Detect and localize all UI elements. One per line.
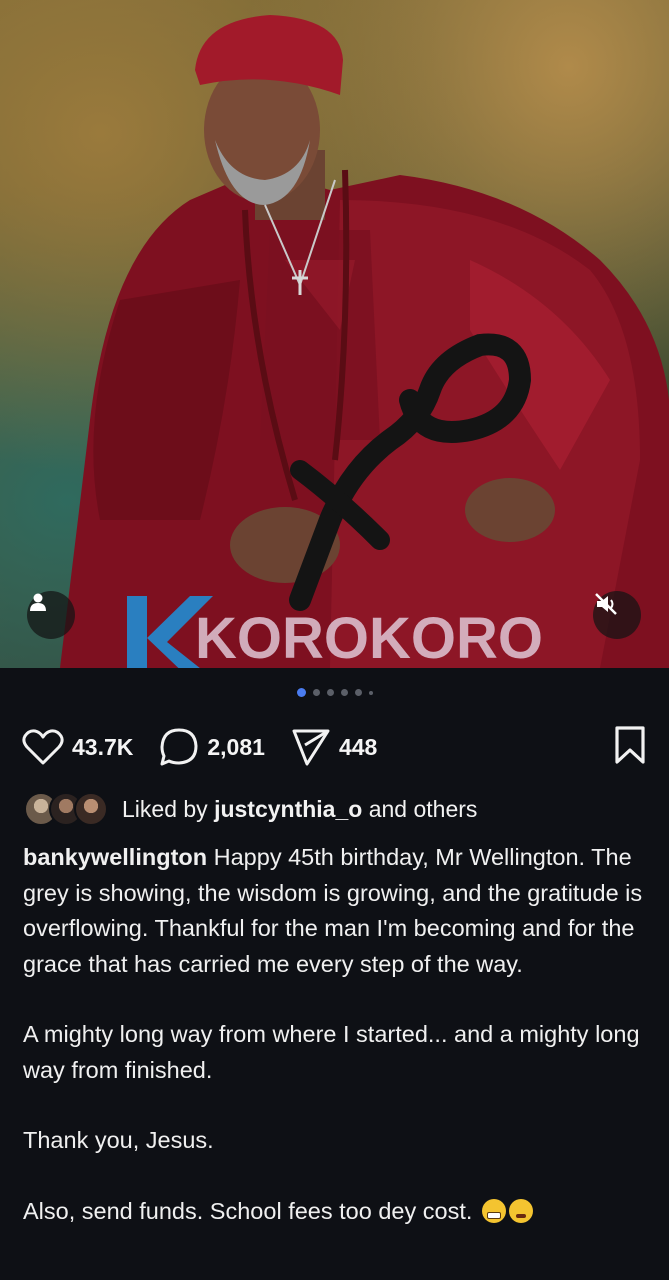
like-button[interactable]: 43.7K [22,728,133,766]
bookmark-icon [615,725,645,764]
liked-by-row[interactable]: Liked by justcynthia_o and others [24,792,477,826]
watermark-text: KOROKORO [195,606,543,668]
comment-bubble-icon [160,728,198,766]
carousel-indicator [0,688,669,697]
like-count: 43.7K [72,733,134,760]
caption-username[interactable]: bankywellington [23,844,207,870]
comment-button[interactable]: 2,081 [159,727,265,767]
heart-icon [22,729,64,765]
tired-face-emoji-icon [508,1198,533,1223]
save-button[interactable] [613,725,647,770]
mute-toggle-button[interactable] [593,591,641,639]
post-action-bar: 43.7K 2,081 448 [22,722,647,772]
carousel-dot [312,689,320,696]
carousel-dot [340,689,348,696]
person-icon [30,593,46,611]
liked-by-user[interactable]: justcynthia_o [214,796,362,823]
carousel-dot [354,689,362,696]
liker-avatars [24,792,108,826]
carousel-dot [326,689,334,696]
avatar [74,792,108,826]
caption-paragraph-2: A mighty long way from where I started..… [23,1021,640,1083]
post-photo-art [60,15,669,668]
comment-count: 2,081 [207,733,265,760]
grinning-emoji-icon [481,1198,506,1223]
carousel-dot [368,690,373,695]
tagged-people-button[interactable] [27,591,75,639]
send-icon [292,729,330,766]
muted-speaker-icon [595,593,617,615]
liked-by-prefix: Liked by [122,795,208,822]
korokoro-watermark: KOROKORO [125,588,550,668]
share-button[interactable]: 448 [291,727,377,767]
share-count: 448 [338,733,378,760]
caption-paragraph-3: Thank you, Jesus. [23,1127,214,1153]
liked-by-suffix: and others [368,795,478,822]
post-image[interactable]: KOROKORO [0,0,669,668]
post-caption: bankywellington Happy 45th birthday, Mr … [23,840,648,1229]
carousel-dot-active [296,688,306,697]
caption-paragraph-4: Also, send funds. School fees too dey co… [23,1197,473,1224]
